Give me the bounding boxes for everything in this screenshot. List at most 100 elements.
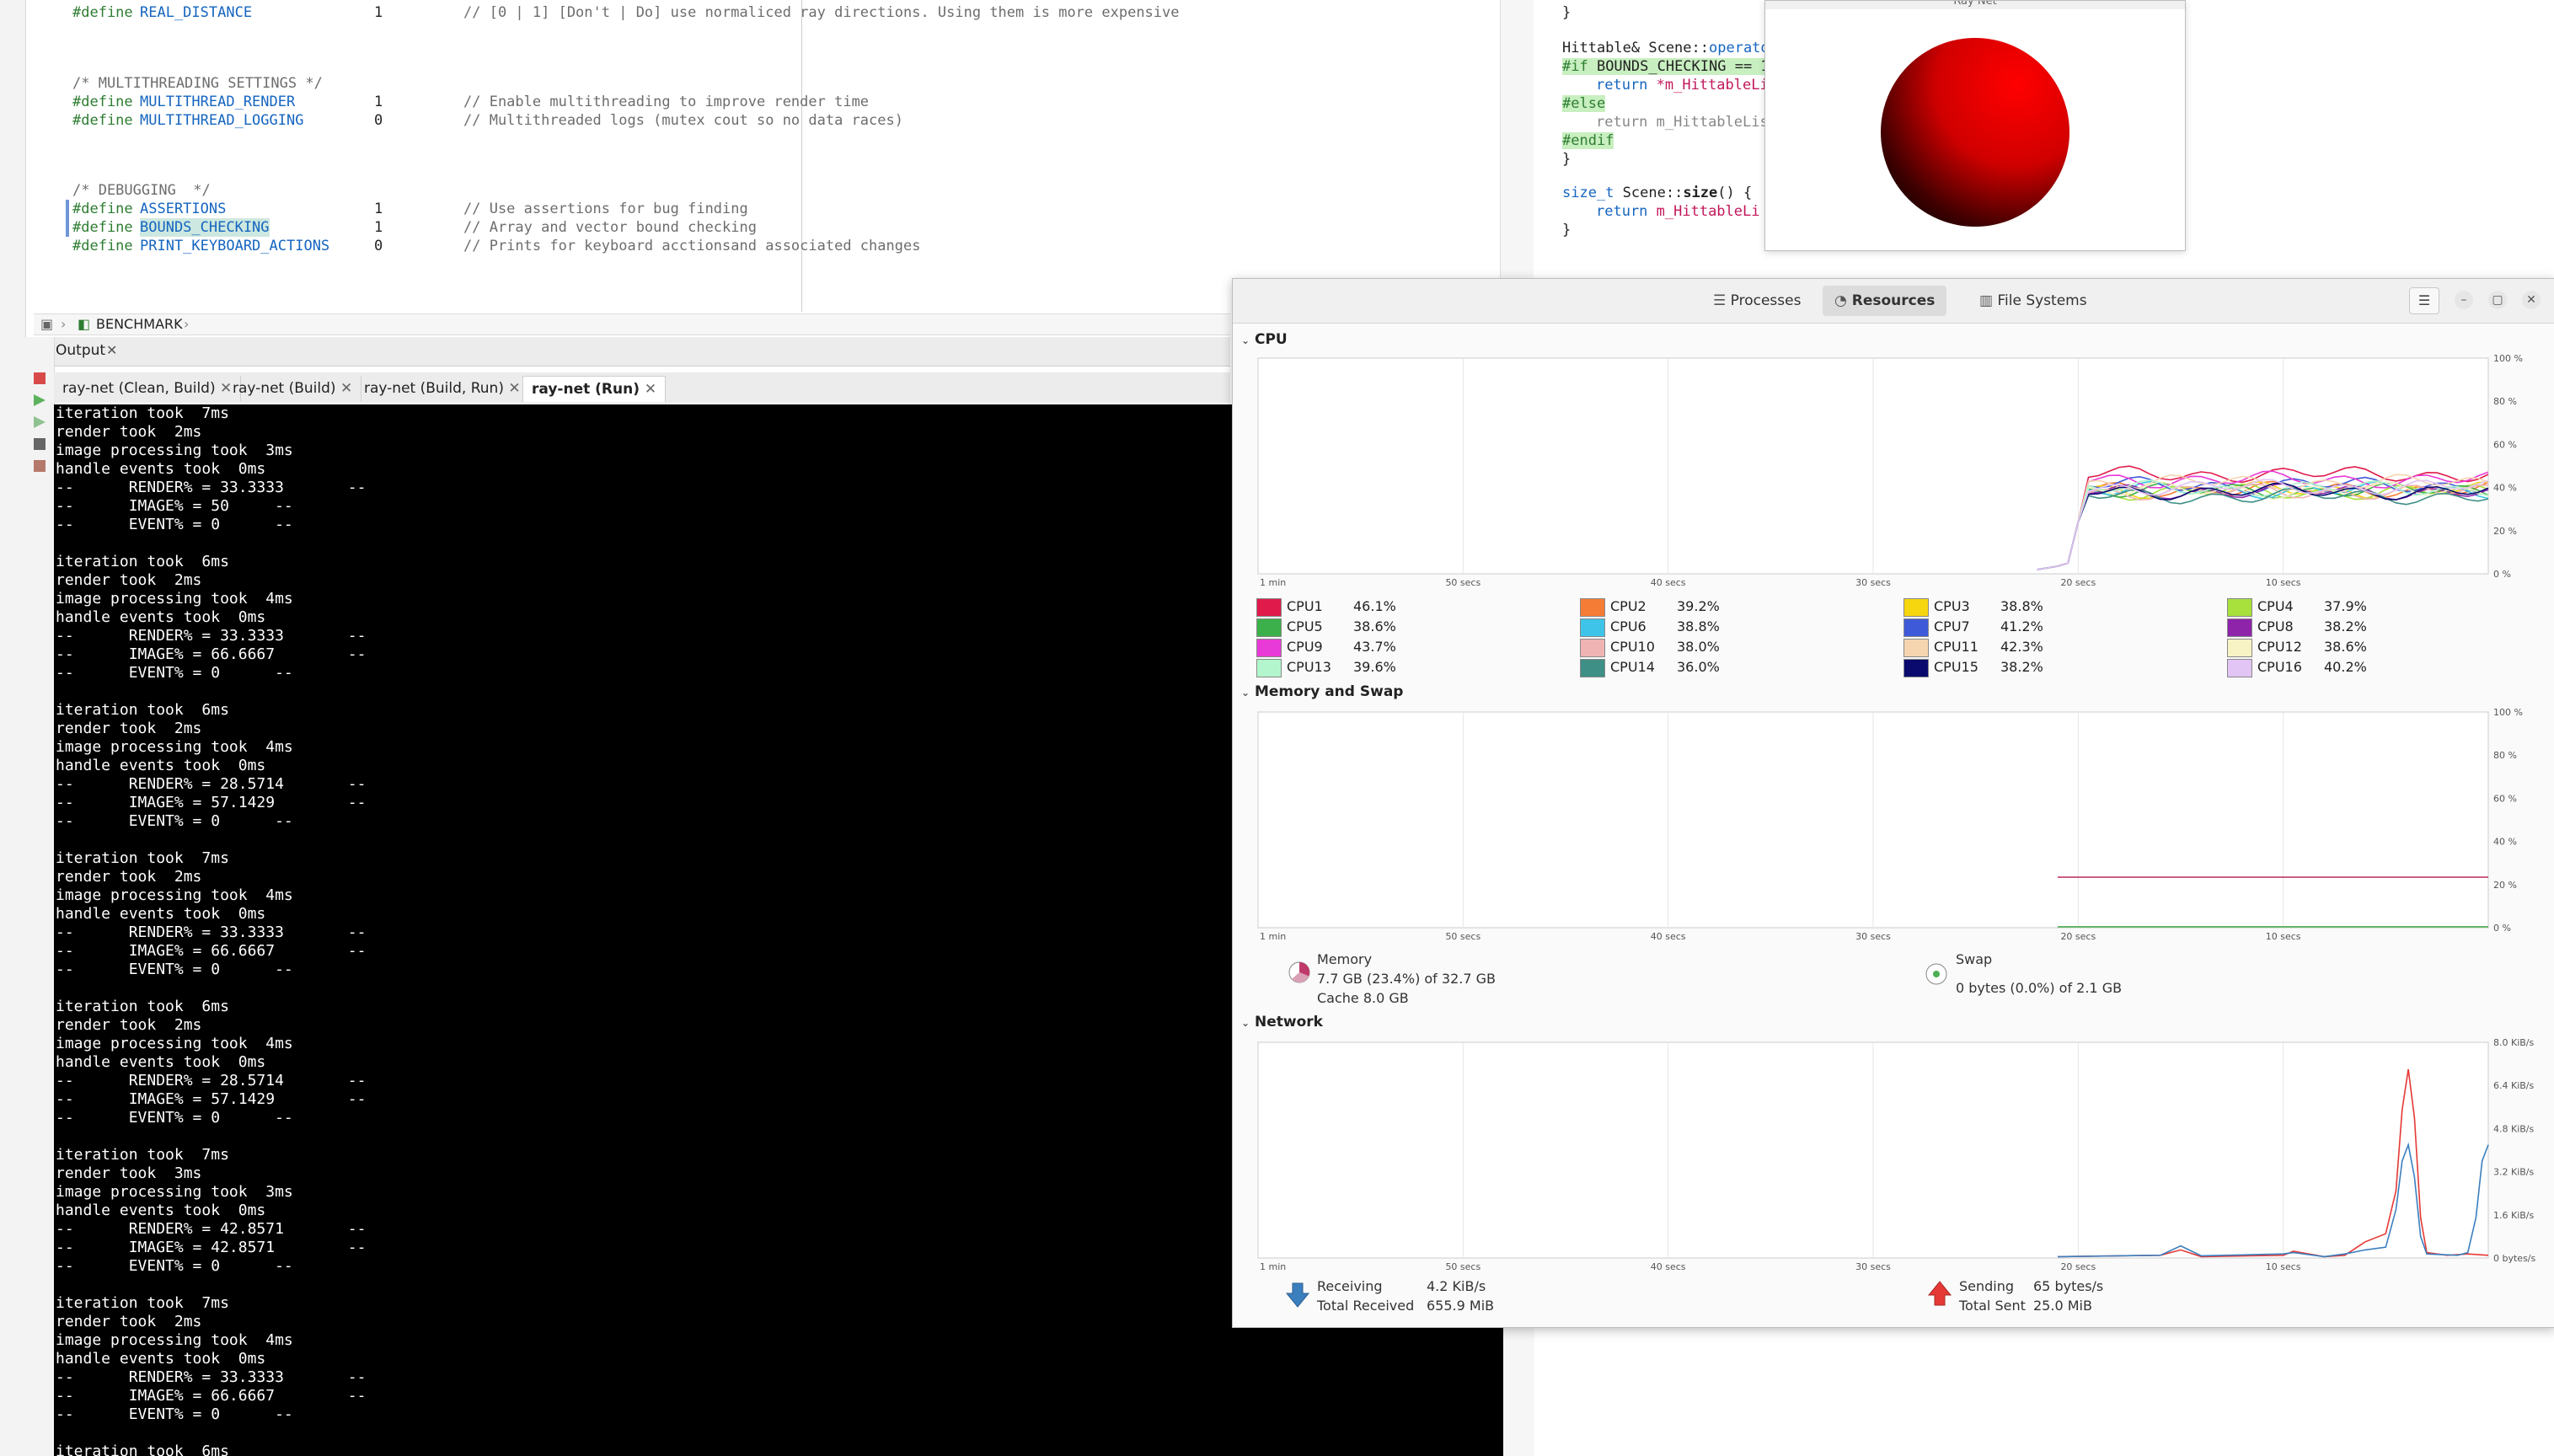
- code-token: Scene::: [1614, 185, 1684, 201]
- color-swatch[interactable]: [1256, 618, 1282, 637]
- cpu-legend-item[interactable]: CPU6 38.8%: [1580, 618, 1720, 637]
- cpu-legend-item[interactable]: CPU9 43.7%: [1256, 638, 1396, 657]
- code-editor[interactable]: #define REAL_DISTANCE 1 // [0 | 1] [Don't |…: [54, 0, 1500, 312]
- cpu-value: 38.2%: [2000, 659, 2043, 675]
- cpu-legend-item[interactable]: CPU4 37.9%: [2227, 597, 2367, 617]
- define-keyword: #define: [72, 94, 133, 110]
- color-swatch[interactable]: [1580, 597, 1605, 617]
- terminal-line: render took 2ms: [56, 720, 202, 737]
- close-icon[interactable]: ✕: [106, 342, 117, 358]
- code-line: #else: [1562, 94, 1606, 113]
- terminal-line: render took 2ms: [56, 423, 202, 441]
- raynet-window[interactable]: Ray Net: [1764, 0, 2186, 251]
- rerun-build-icon[interactable]: [34, 416, 46, 428]
- sending-value: 65 bytes/s: [2033, 1278, 2104, 1294]
- terminal-line: image processing took 4ms: [56, 1035, 293, 1052]
- total-sent-label: Total Sent: [1959, 1298, 2026, 1314]
- cpu-legend-item[interactable]: CPU1 46.1%: [1256, 597, 1396, 617]
- macro-value: 0: [374, 238, 383, 254]
- memory-y-tick-label: 20 %: [2493, 880, 2517, 891]
- cpu-name: CPU6: [1610, 618, 1646, 634]
- cpu-legend-item[interactable]: CPU12 38.6%: [2227, 638, 2367, 657]
- terminal-line: iteration took 6ms: [56, 553, 229, 570]
- cpu-y-tick-label: 40 %: [2493, 483, 2517, 494]
- color-swatch[interactable]: [1903, 618, 1929, 637]
- cpu-chart: 100 % 80 % 60 % 40 % 20 % 0 % 1 min 50 secs 40 s…: [1257, 353, 2536, 1272]
- swap-label: Swap: [1956, 951, 1993, 967]
- memory-section-title[interactable]: ⌄ Memory and Swap: [1241, 683, 1403, 700]
- close-icon[interactable]: ✕: [645, 381, 656, 398]
- network-y-tick-label: 1.6 KiB/s: [2493, 1210, 2535, 1221]
- close-icon[interactable]: ✕: [508, 380, 520, 397]
- color-swatch[interactable]: [1903, 658, 1929, 677]
- tab-run[interactable]: ray-net (Run) ✕: [522, 376, 667, 402]
- macro-value: 1: [374, 201, 383, 217]
- color-swatch[interactable]: [2227, 638, 2252, 657]
- color-swatch[interactable]: [2227, 618, 2252, 637]
- code-line: #define PRINT_KEYBOARD_ACTIONS 0 // Prints …: [72, 237, 920, 255]
- stop-icon[interactable]: [34, 372, 46, 384]
- settings-icon[interactable]: [34, 438, 46, 450]
- color-swatch[interactable]: [1256, 638, 1282, 657]
- cpu-legend-item[interactable]: CPU16 40.2%: [2227, 658, 2367, 677]
- color-swatch[interactable]: [1580, 658, 1605, 677]
- cpu-name: CPU5: [1287, 618, 1323, 634]
- system-monitor-window[interactable]: ☰ Processes ◔ Resources ▥ File Systems ☰…: [1232, 278, 2554, 1328]
- memory-pie-icon: [1288, 961, 1310, 983]
- cpu-legend-item[interactable]: CPU7 41.2%: [1903, 618, 2043, 637]
- cpu-value: 43.7%: [1353, 639, 1396, 655]
- color-swatch[interactable]: [1256, 658, 1282, 677]
- cpu-legend-item[interactable]: CPU13 39.6%: [1256, 658, 1396, 677]
- define-keyword: #define: [72, 201, 133, 217]
- code-line: Hittable& Scene::operato: [1562, 39, 1770, 57]
- code-line: #define REAL_DISTANCE 1 // [0 | 1] [Don't |…: [72, 3, 1180, 22]
- color-swatch[interactable]: [2227, 658, 2252, 677]
- color-swatch[interactable]: [1580, 618, 1605, 637]
- terminal-line: -- RENDER% = 33.3333 --: [56, 1368, 367, 1386]
- color-swatch[interactable]: [1903, 597, 1929, 617]
- close-icon[interactable]: ✕: [340, 380, 352, 397]
- cpu-name: CPU11: [1934, 639, 1978, 655]
- cpu-legend-item[interactable]: CPU8 38.2%: [2227, 618, 2367, 637]
- code-line: return m_HittableLi: [1596, 202, 1759, 221]
- clear-icon[interactable]: [34, 460, 46, 472]
- color-swatch[interactable]: [2227, 597, 2252, 617]
- rerun-icon[interactable]: [34, 394, 46, 406]
- cpu-legend-item[interactable]: CPU14 36.0%: [1580, 658, 1720, 677]
- cpu-value: 36.0%: [1677, 659, 1720, 675]
- breadcrumb-item[interactable]: BENCHMARK: [96, 314, 183, 335]
- code-token: *m_HittableLi: [1656, 77, 1769, 94]
- cpu-legend-item[interactable]: CPU10 38.0%: [1580, 638, 1720, 657]
- terminal-line: iteration took 7ms: [56, 1294, 229, 1312]
- color-swatch[interactable]: [1580, 638, 1605, 657]
- left-gutter: [0, 0, 26, 1456]
- total-sent-value: 25.0 MiB: [2033, 1298, 2092, 1314]
- tab-build-run[interactable]: ray-net (Build, Run) ✕: [356, 376, 530, 401]
- terminal-line: -- EVENT% = 0 --: [56, 664, 293, 682]
- cpu-legend-item[interactable]: CPU3 38.8%: [1903, 597, 2043, 617]
- color-swatch[interactable]: [1256, 597, 1282, 617]
- cpu-name: CPU2: [1610, 598, 1646, 614]
- code-token: BOUNDS_CHECKING == 1: [1588, 58, 1770, 75]
- macro-name: BOUNDS_CHECKING: [140, 218, 270, 237]
- cpu-legend-item[interactable]: CPU15 38.2%: [1903, 658, 2043, 677]
- cpu-x-tick-label: 1 min: [1260, 577, 1286, 588]
- macro-name: ASSERTIONS: [140, 201, 227, 217]
- output-title[interactable]: Output: [56, 342, 105, 359]
- tab-clean-build[interactable]: ray-net (Clean, Build) ✕: [54, 376, 242, 401]
- terminal-line: iteration took 6ms: [56, 1443, 229, 1456]
- terminal-line: -- IMAGE% = 57.1429 --: [56, 794, 367, 811]
- network-section-title[interactable]: ⌄ Network: [1241, 1014, 1323, 1030]
- code-comment: // Use assertions for bug finding: [463, 201, 748, 217]
- cpu-legend-item[interactable]: CPU11 42.3%: [1903, 638, 2043, 657]
- tab-build[interactable]: ray-net (Build) ✕: [224, 376, 362, 401]
- cpu-legend-item[interactable]: CPU2 39.2%: [1580, 597, 1720, 617]
- cpu-name: CPU3: [1934, 598, 1970, 614]
- color-swatch[interactable]: [1903, 638, 1929, 657]
- cpu-legend-item[interactable]: CPU5 38.6%: [1256, 618, 1396, 637]
- network-y-tick-label: 6.4 KiB/s: [2493, 1080, 2535, 1091]
- cpu-value: 38.8%: [1677, 618, 1720, 634]
- code-token: Hittable& Scene::: [1562, 40, 1709, 56]
- terminal-line: -- IMAGE% = 50 --: [56, 497, 293, 515]
- memory-y-tick-label: 0 %: [2493, 923, 2511, 934]
